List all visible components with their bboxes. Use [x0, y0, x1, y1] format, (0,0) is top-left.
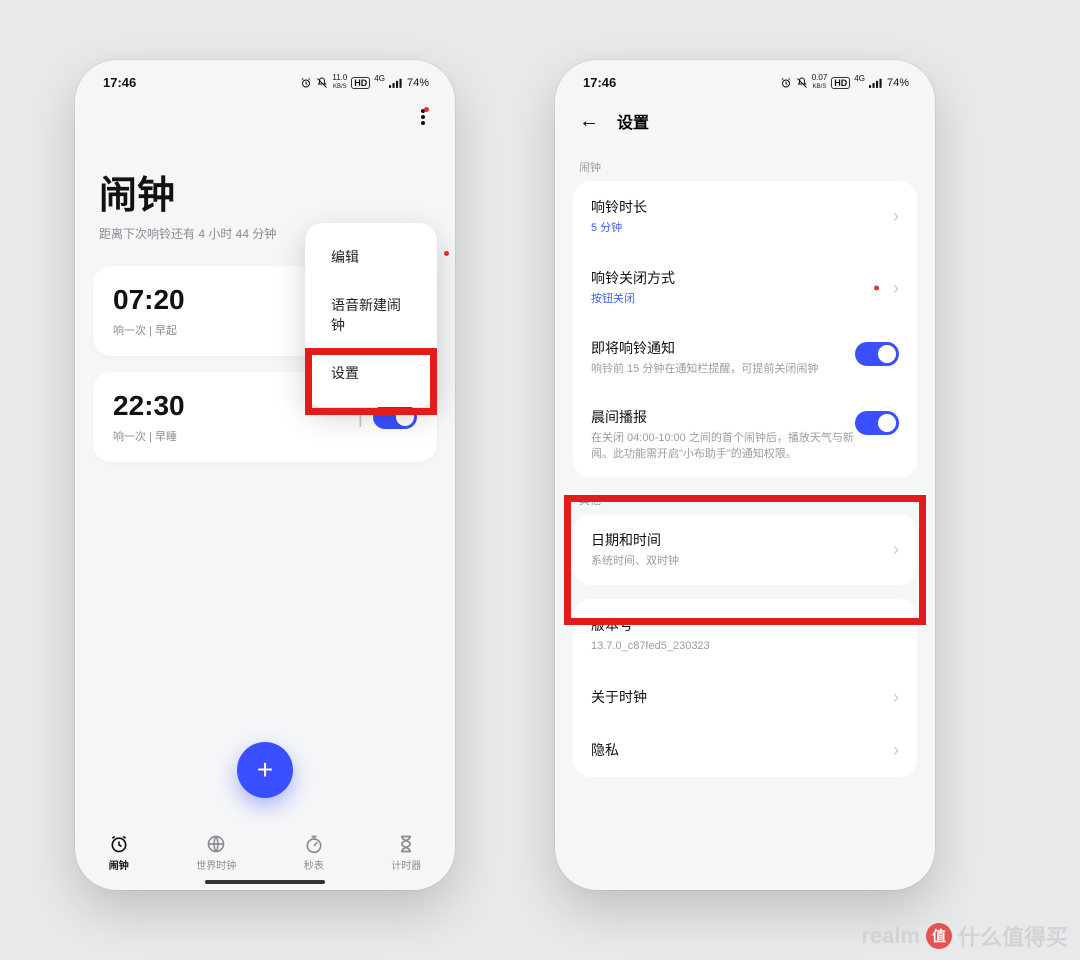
row-label: 日期和时间: [591, 530, 885, 550]
watermark-brand: realm: [861, 923, 920, 949]
hd-badge: HD: [351, 77, 370, 89]
net-unit: KB/S: [333, 84, 347, 90]
alarm-time: 07:20: [113, 284, 185, 316]
net-speed: 11.0: [332, 73, 347, 82]
row-date-time[interactable]: 日期和时间 系统时间、双时钟 ›: [573, 514, 917, 585]
watermark: realm 值 什么值得买: [861, 920, 1068, 952]
overflow-menu: 编辑 语音新建闹钟 设置: [305, 223, 437, 407]
home-indicator[interactable]: [205, 880, 325, 884]
stopwatch-icon: [304, 834, 324, 854]
signal-icon: [869, 77, 883, 89]
row-label: 隐私: [591, 740, 885, 760]
tab-timer[interactable]: 计时器: [391, 834, 421, 872]
status-icons: 11.0 KB/S HD 4G 74%: [300, 74, 429, 91]
tab-label: 闹钟: [109, 857, 129, 872]
upcoming-toggle[interactable]: [855, 342, 899, 366]
tab-stopwatch[interactable]: 秒表: [304, 834, 324, 872]
row-label: 响铃关闭方式: [591, 268, 885, 288]
net-unit: KB/S: [813, 84, 827, 90]
watermark-tail: 什么值得买: [958, 920, 1068, 952]
row-ring-duration[interactable]: 响铃时长 5 分钟 ›: [573, 181, 917, 252]
page-title: 闹钟: [99, 164, 431, 219]
mute-icon: [316, 77, 328, 89]
status-bar: 17:46 0.07 KB/S HD 4G 74%: [555, 60, 935, 95]
row-label: 关于时钟: [591, 687, 885, 707]
tab-world-clock[interactable]: 世界时钟: [196, 834, 236, 872]
row-close-method[interactable]: 响铃关闭方式 按钮关闭 ›: [573, 252, 917, 323]
row-value: 5 分钟: [591, 221, 885, 236]
chevron-right-icon: ›: [885, 278, 899, 299]
battery-text: 74%: [887, 77, 909, 89]
row-about[interactable]: 关于时钟 ›: [573, 671, 917, 724]
status-icons: 0.07 KB/S HD 4G 74%: [780, 74, 909, 91]
notification-dot: [424, 107, 429, 112]
watermark-logo: 值: [926, 923, 952, 949]
menu-badge-dot: [444, 251, 449, 256]
row-value: 系统时间、双时钟: [591, 554, 885, 569]
section-alarm: 闹钟: [573, 145, 917, 181]
notification-dot: [874, 286, 879, 291]
row-upcoming-notify[interactable]: 即将响铃通知 响铃前 15 分钟在通知栏提醒，可提前关闭闹钟: [573, 324, 917, 393]
plus-icon: +: [257, 754, 273, 786]
chevron-right-icon: ›: [885, 740, 899, 761]
tab-label: 计时器: [391, 857, 421, 872]
row-value: 13.7.0_c87fed5_230323: [591, 639, 899, 654]
alarm-desc: 响一次 | 早起: [113, 322, 185, 338]
menu-item-voice[interactable]: 语音新建闹钟: [305, 281, 437, 349]
tab-alarm[interactable]: 闹钟: [109, 834, 129, 872]
alarm-icon: [300, 77, 312, 89]
row-label: 响铃时长: [591, 197, 885, 217]
signal-label: 4G: [374, 74, 385, 83]
add-alarm-fab[interactable]: +: [237, 742, 293, 798]
status-time: 17:46: [103, 75, 136, 90]
tab-label: 秒表: [304, 857, 324, 872]
row-label: 晨间播报: [591, 407, 855, 427]
more-button[interactable]: [415, 103, 431, 136]
chevron-right-icon: ›: [885, 539, 899, 560]
globe-icon: [206, 834, 226, 854]
morning-toggle[interactable]: [855, 411, 899, 435]
other-settings-card: 日期和时间 系统时间、双时钟 ›: [573, 514, 917, 585]
phone-alarm-list: 17:46 11.0 KB/S HD 4G 74% 闹钟: [75, 60, 455, 890]
chevron-right-icon: ›: [885, 206, 899, 227]
row-morning-broadcast[interactable]: 晨间播报 在关闭 04:00-10:00 之间的首个闹钟后，播放天气与新闻。此功…: [573, 393, 917, 478]
section-other: 其他: [573, 478, 917, 514]
phone-settings: 17:46 0.07 KB/S HD 4G 74% ← 设置 闹钟 响铃时长: [555, 60, 935, 890]
hourglass-icon: [396, 834, 416, 854]
row-desc: 在关闭 04:00-10:00 之间的首个闹钟后，播放天气与新闻。此功能需开启"…: [591, 431, 855, 462]
row-label: 即将响铃通知: [591, 338, 855, 358]
net-speed: 0.07: [812, 73, 828, 82]
alarm-icon: [780, 77, 792, 89]
menu-item-settings[interactable]: 设置: [305, 349, 437, 397]
alarm-tab-icon: [109, 834, 129, 854]
tab-label: 世界时钟: [196, 857, 236, 872]
row-version[interactable]: 版本号 13.7.0_c87fed5_230323: [573, 599, 917, 670]
mute-icon: [796, 77, 808, 89]
signal-label: 4G: [854, 74, 865, 83]
row-privacy[interactable]: 隐私 ›: [573, 724, 917, 777]
back-button[interactable]: ←: [579, 110, 599, 133]
alarm-settings-card: 响铃时长 5 分钟 › 响铃关闭方式 按钮关闭 › 即将响铃通知: [573, 181, 917, 478]
settings-title: 设置: [617, 109, 649, 133]
about-card: 版本号 13.7.0_c87fed5_230323 关于时钟 › 隐私 ›: [573, 599, 917, 776]
hd-badge: HD: [831, 77, 850, 89]
row-label: 版本号: [591, 615, 899, 635]
status-bar: 17:46 11.0 KB/S HD 4G 74%: [75, 60, 455, 95]
alarm-desc: 响一次 | 早睡: [113, 428, 185, 444]
alarm-toggle[interactable]: [373, 405, 417, 429]
menu-item-edit[interactable]: 编辑: [305, 233, 437, 281]
alarm-time: 22:30: [113, 390, 185, 422]
signal-icon: [389, 77, 403, 89]
chevron-right-icon: ›: [885, 687, 899, 708]
row-desc: 响铃前 15 分钟在通知栏提醒，可提前关闭闹钟: [591, 362, 855, 377]
row-value: 按钮关闭: [591, 292, 885, 307]
battery-text: 74%: [407, 77, 429, 89]
status-time: 17:46: [583, 75, 616, 90]
